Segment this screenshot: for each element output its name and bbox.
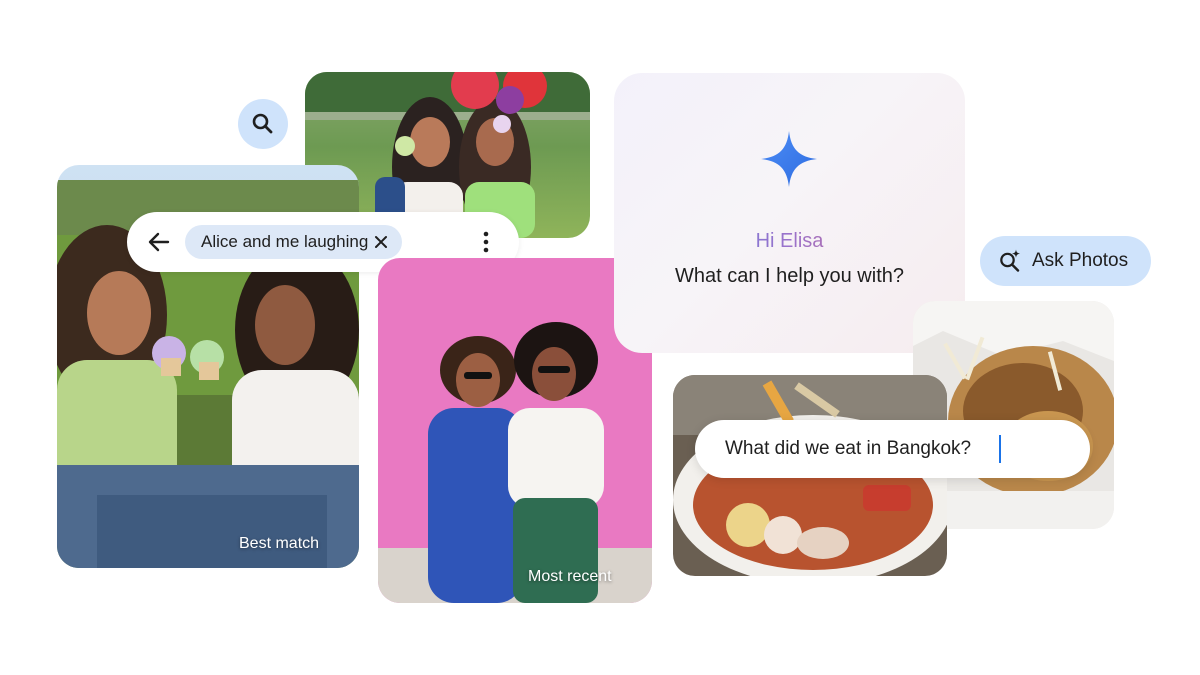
arrow-back-icon[interactable] — [145, 228, 173, 256]
assistant-card: Hi Elisa What can I help you with? — [614, 73, 965, 353]
close-icon[interactable] — [374, 235, 388, 249]
ask-photos-button[interactable]: Ask Photos — [980, 236, 1151, 286]
search-button[interactable] — [238, 99, 288, 149]
ask-photos-label: Ask Photos — [1032, 250, 1129, 271]
most-recent-label: Most recent — [528, 568, 612, 585]
query-input-text: What did we eat in Bangkok? — [725, 438, 972, 459]
search-sparkle-icon — [1000, 249, 1020, 272]
more-vert-icon[interactable] — [480, 230, 492, 254]
query-input[interactable]: What did we eat in Bangkok? — [695, 420, 1090, 478]
assistant-prompt: What can I help you with? — [674, 265, 904, 287]
query-chip-label: Alice and me laughing — [201, 232, 369, 251]
greeting: Hi Elisa — [614, 230, 965, 253]
query-chip[interactable]: Alice and me laughing — [185, 225, 403, 259]
search-icon — [252, 113, 273, 134]
gemini-sparkle-icon — [761, 131, 817, 187]
text-cursor — [999, 435, 1001, 463]
most-recent-photo[interactable]: Most recent — [378, 258, 652, 603]
best-match-label: Best match — [239, 535, 320, 552]
